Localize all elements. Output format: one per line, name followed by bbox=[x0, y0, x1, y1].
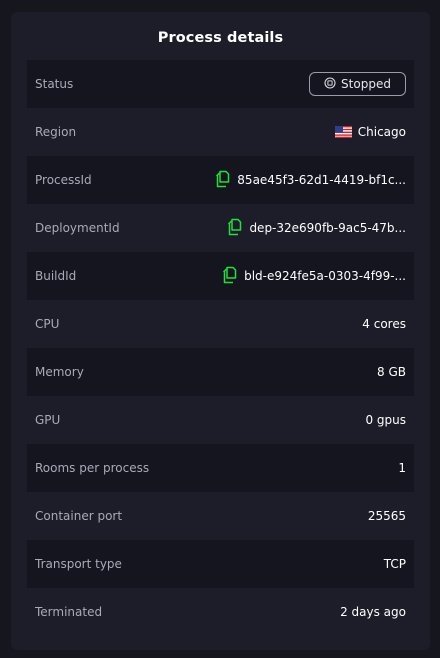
region-value-wrap: Chicago bbox=[334, 125, 406, 139]
region-value: Chicago bbox=[357, 125, 406, 139]
build-id-value-wrap: bld-e924fe5a-0303-4f99-... bbox=[221, 266, 406, 287]
rooms-per-process-label: Rooms per process bbox=[35, 461, 150, 475]
memory-value: 8 GB bbox=[377, 365, 406, 379]
copy-icon[interactable] bbox=[226, 218, 244, 239]
status-label: Status bbox=[35, 77, 74, 91]
rooms-per-process-value: 1 bbox=[398, 461, 406, 475]
gpu-value: 0 gpus bbox=[365, 413, 406, 427]
copy-icon[interactable] bbox=[214, 170, 232, 191]
deployment-id-value-wrap: dep-32e690fb-9ac5-47b... bbox=[226, 218, 406, 239]
process-id-value: 85ae45f3-62d1-4419-bf1c... bbox=[237, 173, 406, 187]
build-id-label: BuildId bbox=[35, 269, 77, 283]
row-region: Region Chicago bbox=[27, 108, 414, 156]
row-container-port: Container port 25565 bbox=[27, 492, 414, 540]
status-value: Stopped bbox=[341, 77, 391, 91]
build-id-value: bld-e924fe5a-0303-4f99-... bbox=[244, 269, 406, 283]
cpu-value: 4 cores bbox=[362, 317, 406, 331]
row-transport-type: Transport type TCP bbox=[27, 540, 414, 588]
gpu-label: GPU bbox=[35, 413, 61, 427]
region-label: Region bbox=[35, 125, 77, 139]
row-process-id: ProcessId 85ae45f3-62d1-4419-bf1c... bbox=[27, 156, 414, 204]
row-cpu: CPU 4 cores bbox=[27, 300, 414, 348]
process-id-label: ProcessId bbox=[35, 173, 92, 187]
transport-type-label: Transport type bbox=[35, 557, 122, 571]
row-memory: Memory 8 GB bbox=[27, 348, 414, 396]
process-details-panel: Process details Status Stopped Region Ch… bbox=[11, 12, 430, 650]
cpu-label: CPU bbox=[35, 317, 60, 331]
row-rooms-per-process: Rooms per process 1 bbox=[27, 444, 414, 492]
status-button[interactable]: Stopped bbox=[309, 72, 406, 96]
stop-circle-icon bbox=[324, 76, 336, 92]
copy-icon[interactable] bbox=[221, 266, 239, 287]
row-gpu: GPU 0 gpus bbox=[27, 396, 414, 444]
row-build-id: BuildId bld-e924fe5a-0303-4f99-... bbox=[27, 252, 414, 300]
details-list: Status Stopped Region Chicago ProcessId … bbox=[27, 60, 414, 636]
us-flag-icon bbox=[334, 126, 352, 138]
row-deployment-id: DeploymentId dep-32e690fb-9ac5-47b... bbox=[27, 204, 414, 252]
panel-title: Process details bbox=[157, 30, 284, 46]
container-port-value: 25565 bbox=[367, 509, 406, 523]
terminated-label: Terminated bbox=[35, 605, 103, 619]
row-terminated: Terminated 2 days ago bbox=[27, 588, 414, 636]
terminated-value: 2 days ago bbox=[340, 605, 406, 619]
deployment-id-label: DeploymentId bbox=[35, 221, 120, 235]
row-status: Status Stopped bbox=[27, 60, 414, 108]
memory-label: Memory bbox=[35, 365, 84, 379]
container-port-label: Container port bbox=[35, 509, 123, 523]
process-id-value-wrap: 85ae45f3-62d1-4419-bf1c... bbox=[214, 170, 406, 191]
deployment-id-value: dep-32e690fb-9ac5-47b... bbox=[249, 221, 406, 235]
transport-type-value: TCP bbox=[383, 557, 406, 571]
